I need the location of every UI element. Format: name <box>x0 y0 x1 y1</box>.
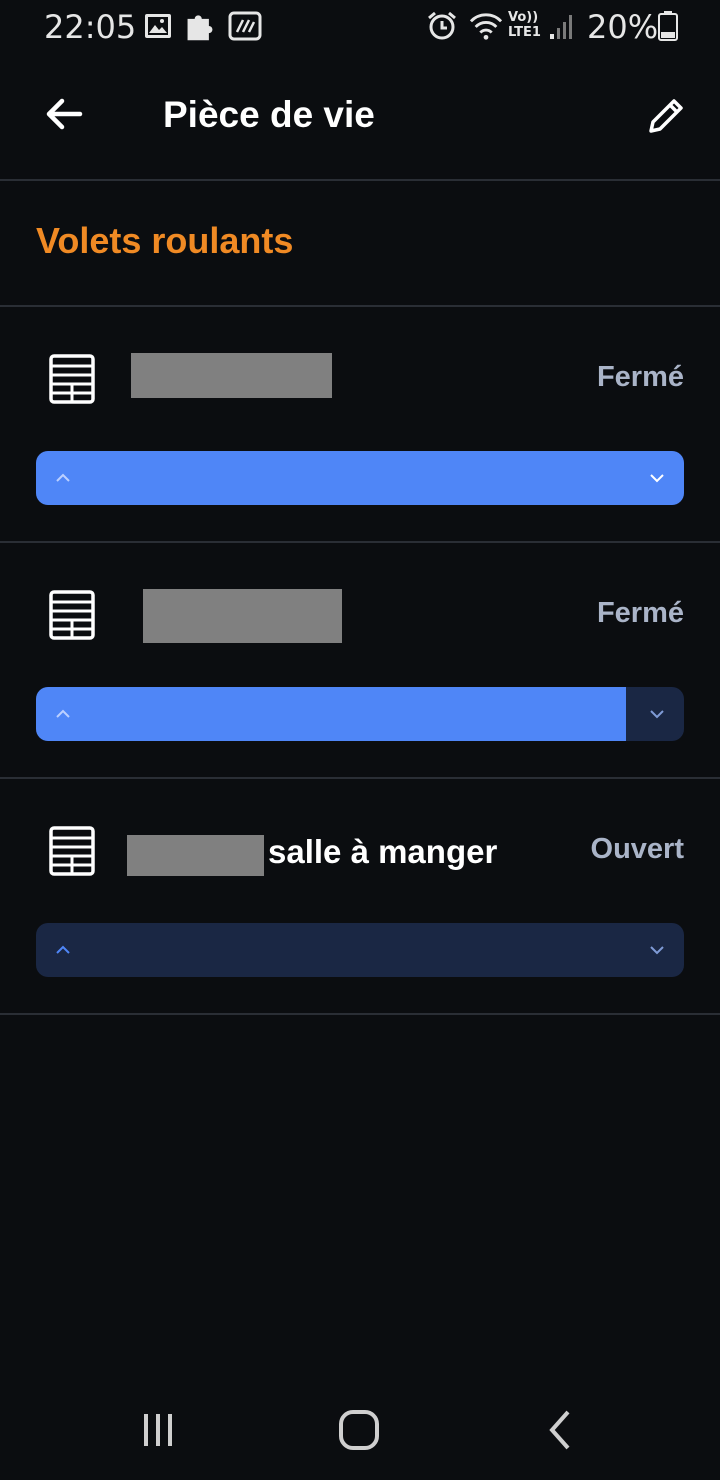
home-icon <box>339 1410 379 1450</box>
recent-apps-icon <box>144 1414 172 1446</box>
header-divider <box>0 179 720 181</box>
redacted-name <box>131 353 332 398</box>
shutter-row[interactable]: salle à manger Ouvert <box>0 779 720 1015</box>
system-nav-bar <box>0 1380 720 1480</box>
chevron-left-icon <box>549 1410 570 1450</box>
redacted-name <box>143 589 342 643</box>
page-title: Pièce de vie <box>163 94 375 135</box>
puzzle-icon <box>187 15 213 41</box>
row-divider <box>0 1013 720 1015</box>
roller-shutter-icon <box>49 826 95 876</box>
device-name: salle à manger <box>268 833 498 870</box>
chevron-down-icon[interactable] <box>646 465 668 491</box>
roller-shutter-icon <box>49 590 95 640</box>
recent-apps-button[interactable] <box>128 1400 188 1460</box>
chevron-up-icon[interactable] <box>52 465 74 491</box>
slider-fill <box>36 451 684 505</box>
shutter-position-slider[interactable] <box>36 451 684 505</box>
shutter-row[interactable]: Fermé <box>0 307 720 543</box>
volte-lte-indicator: Vo)) LTE1 <box>508 10 548 42</box>
section-title: Volets roulants <box>36 220 294 261</box>
device-status: Fermé <box>596 361 684 393</box>
back-button[interactable] <box>34 84 94 144</box>
app-bar: Pièce de vie <box>0 56 720 180</box>
roller-shutter-icon <box>49 354 95 404</box>
arrow-left-icon <box>46 98 83 130</box>
gallery-icon <box>145 14 171 38</box>
status-time: 22:05 <box>44 8 137 46</box>
edit-button[interactable] <box>636 86 696 146</box>
device-status: Ouvert <box>590 833 684 865</box>
device-status: Fermé <box>596 597 684 629</box>
lte-label: LTE1 <box>508 25 541 40</box>
volte-label: Vo)) <box>508 10 539 25</box>
home-button[interactable] <box>329 1400 389 1460</box>
alarm-icon <box>428 11 456 40</box>
battery-icon <box>658 11 678 41</box>
chevron-down-icon[interactable] <box>646 701 668 727</box>
signal-icon <box>550 15 572 39</box>
nfc-icon <box>228 11 262 41</box>
battery-percent: 20% <box>587 8 659 46</box>
shutter-position-slider[interactable] <box>36 687 684 741</box>
back-nav-button[interactable] <box>530 1400 590 1460</box>
pencil-icon <box>649 99 683 133</box>
chevron-up-icon[interactable] <box>52 701 74 727</box>
screen: 22:05 Vo)) LTE1 20% Pièce de vie Volets … <box>0 0 720 1480</box>
shutter-row[interactable]: Fermé <box>0 543 720 779</box>
chevron-down-icon[interactable] <box>646 937 668 963</box>
status-bar: 22:05 Vo)) LTE1 20% <box>0 0 720 56</box>
wifi-icon <box>469 13 503 40</box>
redacted-name <box>127 835 264 876</box>
chevron-up-icon[interactable] <box>52 937 74 963</box>
slider-fill <box>36 687 626 741</box>
shutter-position-slider[interactable] <box>36 923 684 977</box>
